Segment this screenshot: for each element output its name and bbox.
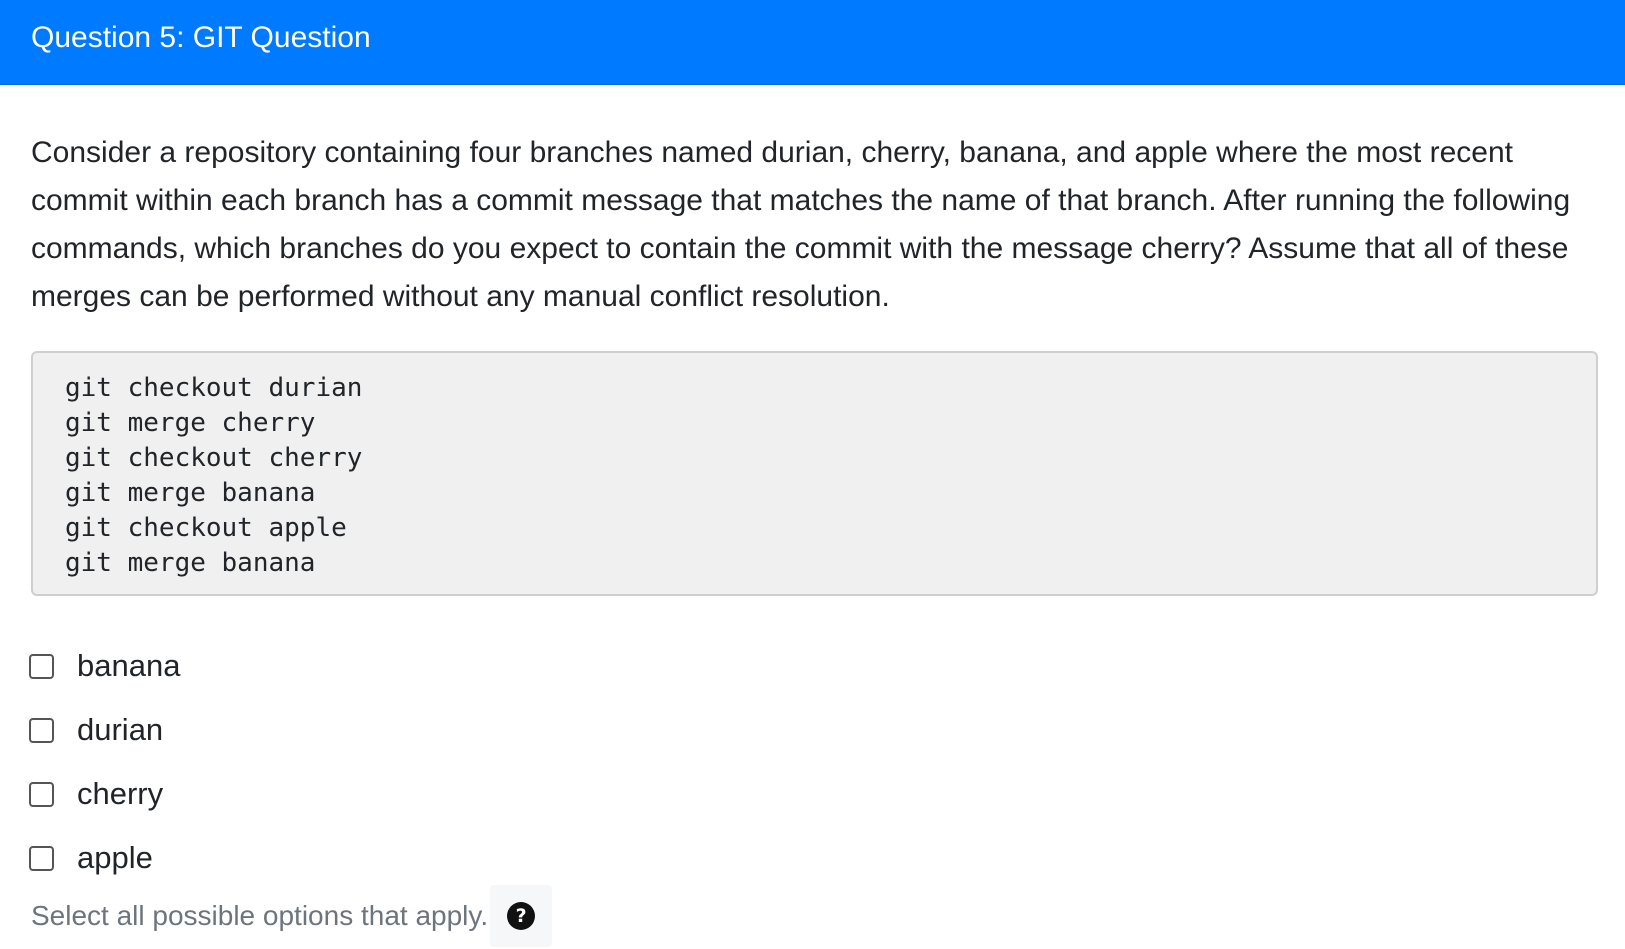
question-header: Question 5: GIT Question: [0, 0, 1625, 85]
code-line: git merge cherry: [65, 408, 316, 438]
option-durian[interactable]: durian: [29, 698, 180, 762]
code-line: git checkout cherry: [65, 443, 363, 473]
code-line: git checkout apple: [65, 513, 347, 543]
question-title: Question 5: GIT Question: [31, 21, 371, 54]
option-cherry[interactable]: cherry: [29, 762, 180, 826]
option-checkbox[interactable]: [29, 717, 54, 743]
code-line: git merge banana: [65, 478, 316, 508]
option-label: apple: [77, 840, 153, 875]
option-checkbox[interactable]: [29, 653, 54, 679]
option-apple[interactable]: apple: [29, 826, 180, 890]
question-text: Consider a repository containing four br…: [31, 136, 1571, 313]
question-circle-icon: ?: [507, 902, 536, 930]
help-button[interactable]: ?: [490, 885, 553, 947]
answer-options: banana durian cherry apple: [29, 634, 180, 890]
answer-hint-row: Select all possible options that apply. …: [31, 885, 553, 947]
option-checkbox[interactable]: [29, 781, 54, 807]
code-block: git checkout durian git merge cherry git…: [31, 351, 1598, 596]
option-label: banana: [77, 648, 181, 683]
code-line: git merge banana: [65, 548, 316, 578]
option-checkbox[interactable]: [29, 845, 54, 871]
code-line: git checkout durian: [65, 373, 363, 403]
option-banana[interactable]: banana: [29, 634, 180, 698]
answer-hint: Select all possible options that apply.: [31, 900, 489, 931]
option-label: durian: [77, 712, 164, 747]
option-label: cherry: [77, 776, 164, 811]
